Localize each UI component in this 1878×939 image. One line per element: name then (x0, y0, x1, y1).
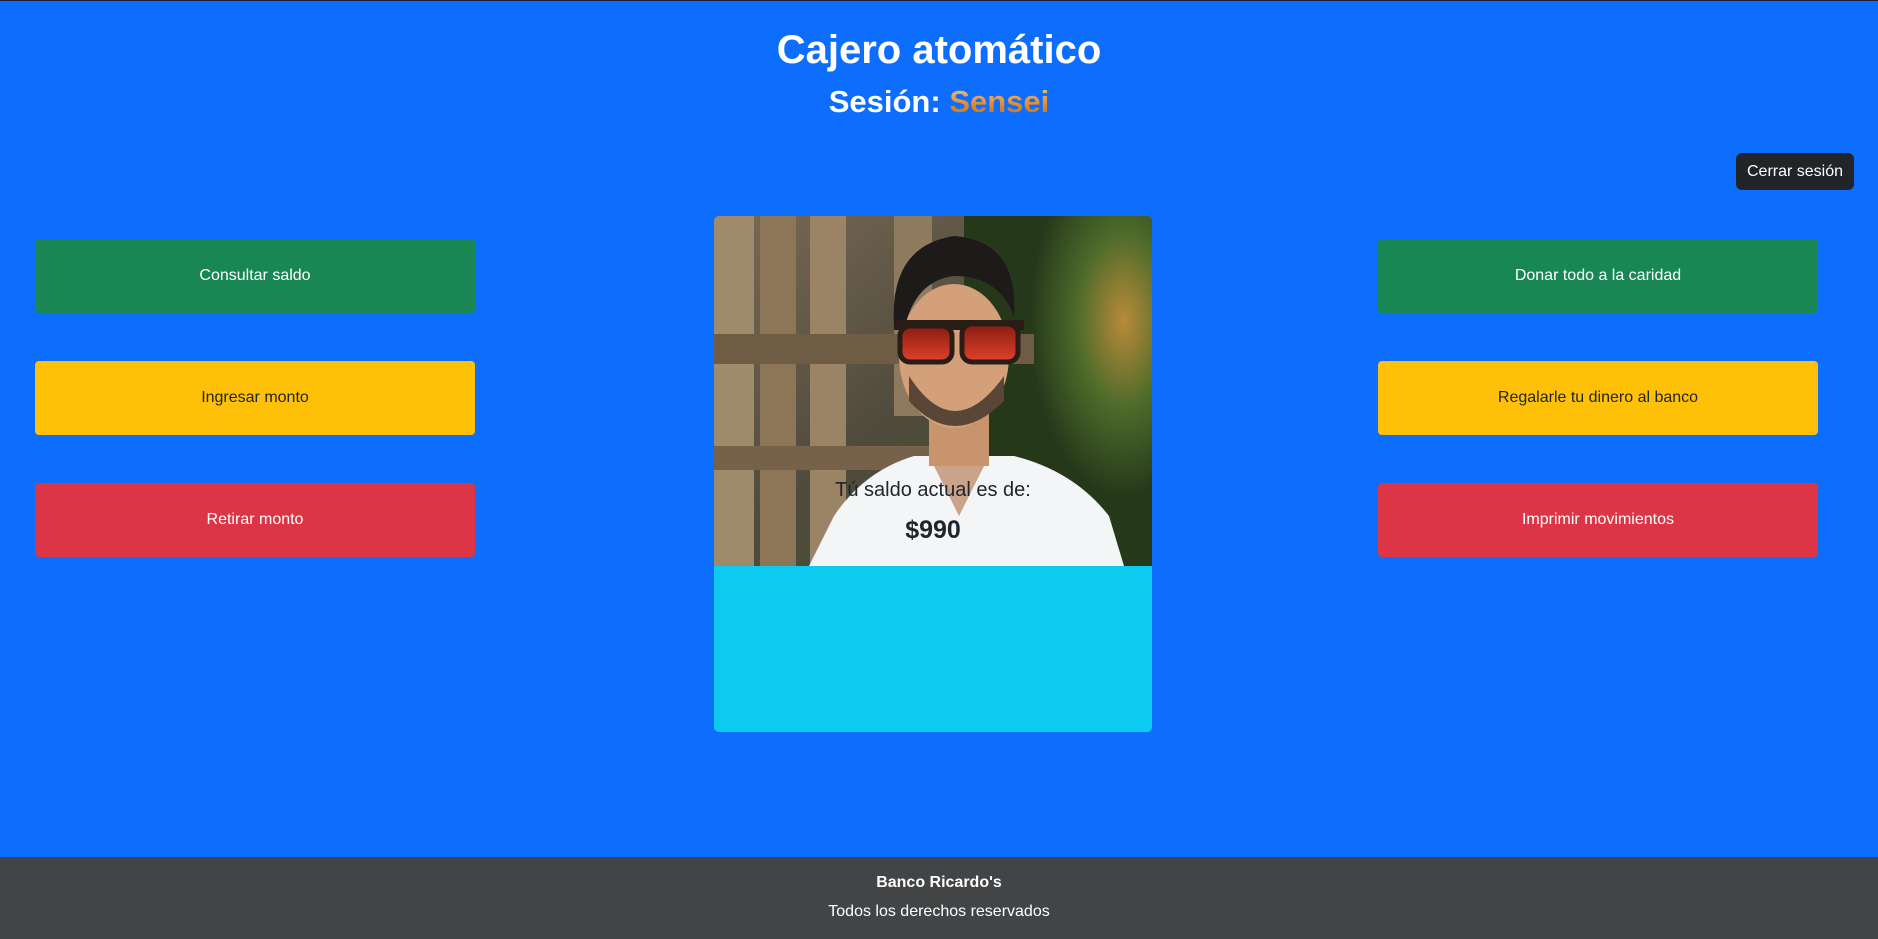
top-border (0, 0, 1878, 1)
page-title: Cajero atomático (776, 28, 1102, 72)
deposit-amount-button[interactable]: Ingresar monto (35, 361, 475, 435)
withdraw-amount-button[interactable]: Retirar monto (35, 483, 475, 557)
footer: Banco Ricardo's Todos los derechos reser… (0, 857, 1878, 939)
session-heading: Sesión: Sensei (0, 80, 1878, 124)
balance-card-body (714, 566, 1152, 732)
print-transactions-button[interactable]: Imprimir movimientos (1378, 483, 1818, 557)
balance-amount: $990 (905, 516, 961, 544)
footer-bank-name: Banco Ricardo's (876, 874, 1002, 891)
donate-all-button[interactable]: Donar todo a la caridad (1378, 239, 1818, 313)
gift-money-to-bank-button[interactable]: Regalarle tu dinero al banco (1378, 361, 1818, 435)
balance-label: Tú saldo actual es de: (835, 479, 1031, 501)
footer-copyright: Todos los derechos reservados (828, 903, 1050, 920)
session-username: Sensei (949, 84, 1050, 119)
user-photo (714, 216, 1152, 566)
logout-button[interactable]: Cerrar sesión (1736, 153, 1854, 190)
check-balance-button[interactable]: Consultar saldo (35, 239, 475, 313)
session-prefix: Sesión: (828, 84, 941, 119)
balance-card: Tú saldo actual es de: $990 (714, 216, 1152, 732)
